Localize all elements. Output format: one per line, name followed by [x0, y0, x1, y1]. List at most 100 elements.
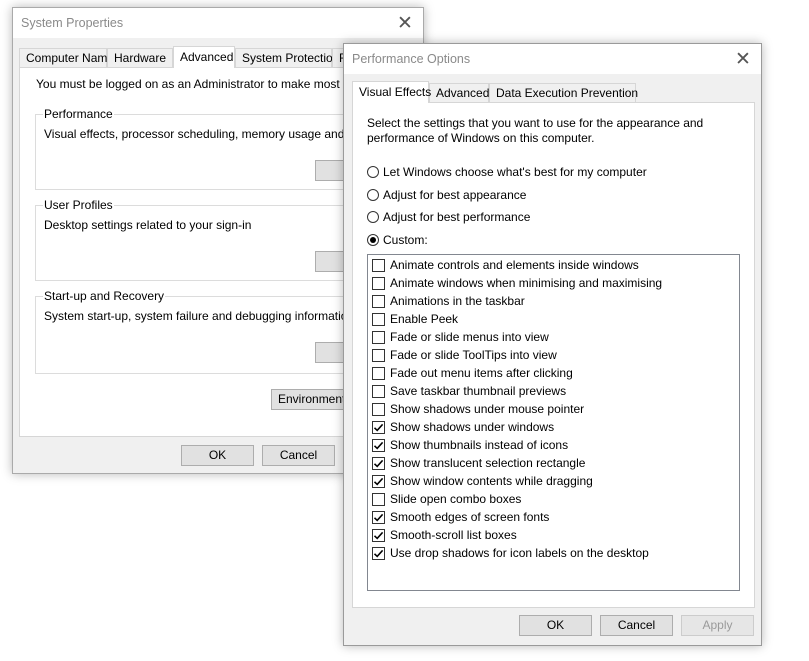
intro-line-2: performance of Windows on this computer.: [367, 131, 595, 145]
effect-label: Fade or slide ToolTips into view: [390, 348, 557, 362]
performance-legend: Performance: [43, 107, 114, 121]
checkmark-icon: [373, 549, 384, 558]
effect-label: Animate controls and elements inside win…: [390, 258, 639, 272]
tab-data-execution-prevention[interactable]: Data Execution Prevention: [489, 83, 638, 102]
effect-label: Show window contents while dragging: [390, 474, 593, 488]
checkbox[interactable]: [372, 420, 385, 434]
checkbox[interactable]: [372, 438, 385, 452]
effect-option[interactable]: Use drop shadows for icon labels on the …: [368, 544, 739, 562]
checkbox[interactable]: [372, 276, 385, 290]
effect-option[interactable]: Slide open combo boxes: [368, 490, 739, 508]
checkmark-icon: [373, 423, 384, 432]
system-properties-titlebar[interactable]: System Properties ✕: [13, 8, 423, 38]
checkbox[interactable]: [372, 294, 385, 308]
performance-options-cancel-button[interactable]: Cancel: [600, 615, 673, 636]
radio-label: Adjust for best appearance: [383, 188, 527, 202]
user-profiles-description: Desktop settings related to your sign-in: [44, 218, 252, 232]
system-properties-ok-button[interactable]: OK: [181, 445, 254, 466]
effect-option[interactable]: Fade out menu items after clicking: [368, 364, 739, 382]
effect-option[interactable]: Fade or slide ToolTips into view: [368, 346, 739, 364]
checkbox[interactable]: [372, 510, 385, 524]
startup-recovery-description: System start-up, system failure and debu…: [44, 309, 355, 323]
checkbox[interactable]: [372, 456, 385, 470]
radio-best-performance[interactable]: Adjust for best performance: [367, 208, 530, 226]
radio-label: Custom:: [383, 233, 428, 247]
radio-label: Adjust for best performance: [383, 210, 531, 224]
radio-button[interactable]: [367, 189, 379, 201]
effect-option[interactable]: Show translucent selection rectangle: [368, 454, 739, 472]
checkmark-icon: [373, 477, 384, 486]
performance-options-titlebar[interactable]: Performance Options ✕: [344, 44, 761, 74]
checkbox[interactable]: [372, 546, 385, 560]
checkbox[interactable]: [372, 312, 385, 326]
tab-advanced[interactable]: Advanced: [429, 83, 489, 102]
effect-option[interactable]: Animations in the taskbar: [368, 292, 739, 310]
effect-label: Show thumbnails instead of icons: [390, 438, 569, 452]
performance-options-title: Performance Options: [352, 52, 471, 66]
effect-option[interactable]: Smooth edges of screen fonts: [368, 508, 739, 526]
effect-option[interactable]: Show shadows under mouse pointer: [368, 400, 739, 418]
effect-option[interactable]: Show shadows under windows: [368, 418, 739, 436]
admin-note: You must be logged on as an Administrato…: [36, 77, 386, 91]
effect-label: Save taskbar thumbnail previews: [390, 384, 567, 398]
performance-options-window: Performance Options ✕ Visual Effects Adv…: [343, 43, 762, 646]
effect-option[interactable]: Smooth-scroll list boxes: [368, 526, 739, 544]
tab-system-protection[interactable]: System Protection: [235, 48, 339, 67]
checkmark-icon: [373, 531, 384, 540]
checkbox[interactable]: [372, 366, 385, 380]
checkbox[interactable]: [372, 402, 385, 416]
effect-option[interactable]: Show thumbnails instead of icons: [368, 436, 739, 454]
close-icon[interactable]: ✕: [387, 8, 423, 38]
close-icon[interactable]: ✕: [725, 44, 761, 74]
system-properties-title: System Properties: [21, 16, 124, 30]
effect-label: Fade or slide menus into view: [390, 330, 549, 344]
effect-option[interactable]: Save taskbar thumbnail previews: [368, 382, 739, 400]
checkmark-icon: [373, 459, 384, 468]
effect-label: Smooth edges of screen fonts: [390, 510, 550, 524]
effect-label: Animate windows when minimising and maxi…: [390, 276, 663, 290]
tab-advanced[interactable]: Advanced: [173, 46, 235, 68]
radio-button[interactable]: [367, 234, 379, 246]
radio-label: Let Windows choose what's best for my co…: [383, 165, 647, 179]
radio-custom[interactable]: Custom:: [367, 231, 428, 249]
effect-option[interactable]: Show window contents while dragging: [368, 472, 739, 490]
effect-label: Enable Peek: [390, 312, 459, 326]
performance-description: Visual effects, processor scheduling, me…: [44, 127, 394, 141]
tab-hardware[interactable]: Hardware: [107, 48, 173, 67]
effect-label: Smooth-scroll list boxes: [390, 528, 517, 542]
radio-button[interactable]: [367, 211, 379, 223]
startup-recovery-legend: Start-up and Recovery: [43, 289, 166, 303]
radio-best-appearance[interactable]: Adjust for best appearance: [367, 186, 526, 204]
checkbox[interactable]: [372, 474, 385, 488]
effect-label: Fade out menu items after clicking: [390, 366, 573, 380]
effect-option[interactable]: Animate controls and elements inside win…: [368, 256, 739, 274]
tab-visual-effects[interactable]: Visual Effects: [352, 81, 431, 103]
system-properties-cancel-button[interactable]: Cancel: [262, 445, 335, 466]
intro-line-1: Select the settings that you want to use…: [367, 116, 704, 130]
radio-let-windows-choose[interactable]: Let Windows choose what's best for my co…: [367, 163, 647, 181]
tab-computer-name[interactable]: Computer Name: [19, 48, 114, 67]
effect-option[interactable]: Animate windows when minimising and maxi…: [368, 274, 739, 292]
performance-options-ok-button[interactable]: OK: [519, 615, 592, 636]
checkbox[interactable]: [372, 258, 385, 272]
effect-option[interactable]: Fade or slide menus into view: [368, 328, 739, 346]
checkbox[interactable]: [372, 384, 385, 398]
user-profiles-legend: User Profiles: [43, 198, 114, 212]
effect-label: Use drop shadows for icon labels on the …: [390, 546, 649, 560]
effect-label: Animations in the taskbar: [390, 294, 525, 308]
effect-option[interactable]: Enable Peek: [368, 310, 739, 328]
effect-label: Slide open combo boxes: [390, 492, 522, 506]
effect-label: Show shadows under mouse pointer: [390, 402, 585, 416]
checkbox[interactable]: [372, 528, 385, 542]
checkbox[interactable]: [372, 348, 385, 362]
checkbox[interactable]: [372, 492, 385, 506]
performance-options-apply-button[interactable]: Apply: [681, 615, 754, 636]
effect-label: Show shadows under windows: [390, 420, 555, 434]
checkbox[interactable]: [372, 330, 385, 344]
checkmark-icon: [373, 513, 384, 522]
effect-label: Show translucent selection rectangle: [390, 456, 586, 470]
radio-button[interactable]: [367, 166, 379, 178]
visual-effects-list[interactable]: Animate controls and elements inside win…: [367, 254, 740, 591]
checkmark-icon: [373, 441, 384, 450]
visual-effects-panel: Select the settings that you want to use…: [352, 102, 755, 608]
